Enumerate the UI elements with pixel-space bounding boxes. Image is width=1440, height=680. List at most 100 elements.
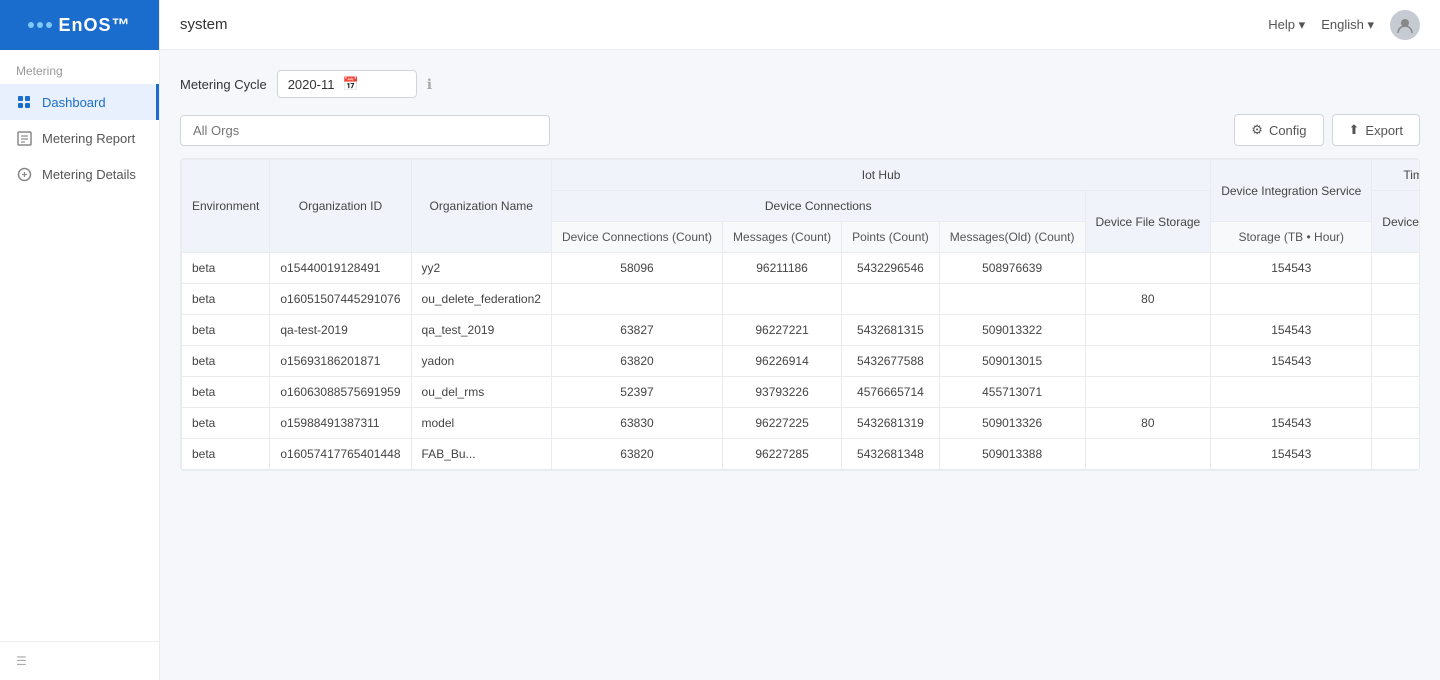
table-row: betao15440019128491yy2580969621118654322… xyxy=(182,253,1421,284)
export-icon: ⬆ xyxy=(1349,122,1360,138)
config-icon: ⚙ xyxy=(1251,122,1263,138)
group-time-series-database: Time Series Database xyxy=(1372,160,1420,191)
cell-dc_count: 63830 xyxy=(551,408,722,439)
cell-msg_count: 96227221 xyxy=(723,315,842,346)
cell-org_name: qa_test_2019 xyxy=(411,315,551,346)
logo-dots xyxy=(28,22,52,28)
cell-env: beta xyxy=(182,377,270,408)
cell-points_count: 5432677588 xyxy=(842,346,940,377)
cell-env: beta xyxy=(182,408,270,439)
cell-num_devices: 154543 xyxy=(1211,346,1372,377)
cell-org_id: o15440019128491 xyxy=(270,253,411,284)
group-iot-hub: Iot Hub xyxy=(551,160,1210,191)
cell-storage_tb: 80 xyxy=(1085,408,1211,439)
cell-dc_count xyxy=(551,284,722,315)
cell-env: beta xyxy=(182,253,270,284)
cell-env: beta xyxy=(182,284,270,315)
cell-msg_old_count: 509013326 xyxy=(939,408,1085,439)
table-row: betao16057417765401448FAB_Bu...638209622… xyxy=(182,439,1421,470)
cell-dc_count: 63820 xyxy=(551,346,722,377)
cell-org_name: ou_del_rms xyxy=(411,377,551,408)
metering-report-icon xyxy=(16,130,32,146)
topbar: system Help ▾ English ▾ xyxy=(160,0,1440,50)
col-dc-count: Device Connections (Count) xyxy=(551,222,722,253)
cell-org_name: yy2 xyxy=(411,253,551,284)
cell-num_devices: 154543 xyxy=(1211,315,1372,346)
table-row: betao15693186201871yadon6382096226914543… xyxy=(182,346,1421,377)
sidebar-item-metering-report-label: Metering Report xyxy=(42,131,135,146)
language-selector[interactable]: English ▾ xyxy=(1321,17,1374,33)
sidebar-section-label: Metering xyxy=(0,50,159,84)
cell-computing_cu xyxy=(1372,408,1420,439)
col-org-id: Organization ID xyxy=(270,160,411,253)
cell-computing_cu xyxy=(1372,439,1420,470)
menu-icon: ☰ xyxy=(16,654,27,668)
sidebar-item-dashboard[interactable]: Dashboard xyxy=(0,84,159,120)
filter-row: ⚙ Config ⬆ Export xyxy=(180,114,1420,146)
cell-storage_tb xyxy=(1085,377,1211,408)
cell-dc_count: 58096 xyxy=(551,253,722,284)
cycle-value: 2020-11 xyxy=(288,77,335,92)
table-row: betao16051507445291076ou_delete_federati… xyxy=(182,284,1421,315)
help-link[interactable]: Help ▾ xyxy=(1268,17,1305,33)
export-button[interactable]: ⬆ Export xyxy=(1332,114,1420,146)
col-environment: Environment xyxy=(182,160,270,253)
logo-text: EnOS™ xyxy=(58,15,130,36)
cell-org_id: o16057417765401448 xyxy=(270,439,411,470)
sidebar-item-metering-report[interactable]: Metering Report xyxy=(0,120,159,156)
cell-computing_cu xyxy=(1372,253,1420,284)
col-storage-tb: Storage (TB • Hour) xyxy=(1211,222,1372,253)
sidebar-logo: EnOS™ xyxy=(0,0,159,50)
subgroup-device-connections: Device Connections xyxy=(551,191,1085,222)
cell-points_count: 4576665714 xyxy=(842,377,940,408)
sidebar-item-dashboard-label: Dashboard xyxy=(42,95,106,110)
sidebar-item-metering-details[interactable]: Metering Details xyxy=(0,156,159,192)
dashboard-icon xyxy=(16,94,32,110)
col-org-name: Organization Name xyxy=(411,160,551,253)
sidebar: EnOS™ Metering Dashboard Metering Report xyxy=(0,0,160,680)
sidebar-footer-menu[interactable]: ☰ xyxy=(0,641,159,680)
cell-msg_count: 96211186 xyxy=(723,253,842,284)
cell-org_id: o16051507445291076 xyxy=(270,284,411,315)
cell-points_count: 5432681319 xyxy=(842,408,940,439)
cell-dc_count: 63820 xyxy=(551,439,722,470)
metering-cycle-input[interactable]: 2020-11 📅 xyxy=(277,70,417,98)
metering-cycle-label: Metering Cycle xyxy=(180,77,267,92)
cell-org_id: qa-test-2019 xyxy=(270,315,411,346)
config-button[interactable]: ⚙ Config xyxy=(1234,114,1323,146)
org-search-input[interactable] xyxy=(180,115,550,146)
table-row: betaqa-test-2019qa_test_2019638279622722… xyxy=(182,315,1421,346)
cell-msg_count: 96226914 xyxy=(723,346,842,377)
cell-points_count: 5432681348 xyxy=(842,439,940,470)
cell-msg_count xyxy=(723,284,842,315)
cell-org_name: ou_delete_federation2 xyxy=(411,284,551,315)
cell-msg_count: 93793226 xyxy=(723,377,842,408)
action-buttons: ⚙ Config ⬆ Export xyxy=(1234,114,1420,146)
cell-computing_cu xyxy=(1372,315,1420,346)
sidebar-item-metering-details-label: Metering Details xyxy=(42,167,136,182)
cell-storage_tb xyxy=(1085,439,1211,470)
cell-storage_tb xyxy=(1085,315,1211,346)
cell-computing_cu xyxy=(1372,346,1420,377)
content-area: Metering Cycle 2020-11 📅 ℹ ⚙ Config ⬆ Ex… xyxy=(160,50,1440,680)
info-icon[interactable]: ℹ xyxy=(427,76,432,93)
cell-env: beta xyxy=(182,315,270,346)
cell-msg_old_count: 508976639 xyxy=(939,253,1085,284)
user-avatar[interactable] xyxy=(1390,10,1420,40)
cell-num_devices: 154543 xyxy=(1211,408,1372,439)
chevron-down-icon: ▾ xyxy=(1367,17,1374,32)
group-device-integration-service: Device Integration Service xyxy=(1211,160,1372,222)
topbar-right: Help ▾ English ▾ xyxy=(1268,10,1420,40)
metering-cycle-row: Metering Cycle 2020-11 📅 ℹ xyxy=(180,70,1420,98)
cell-computing_cu xyxy=(1372,284,1420,315)
cell-points_count: 5432681315 xyxy=(842,315,940,346)
data-table: Environment Organization ID Organization… xyxy=(181,159,1420,470)
cell-storage_tb xyxy=(1085,346,1211,377)
cell-points_count xyxy=(842,284,940,315)
cell-dc_count: 63827 xyxy=(551,315,722,346)
cell-storage_tb xyxy=(1085,253,1211,284)
cell-org_id: o16063088575691959 xyxy=(270,377,411,408)
cell-msg_old_count: 509013015 xyxy=(939,346,1085,377)
cell-dc_count: 52397 xyxy=(551,377,722,408)
cell-msg_old_count: 509013322 xyxy=(939,315,1085,346)
